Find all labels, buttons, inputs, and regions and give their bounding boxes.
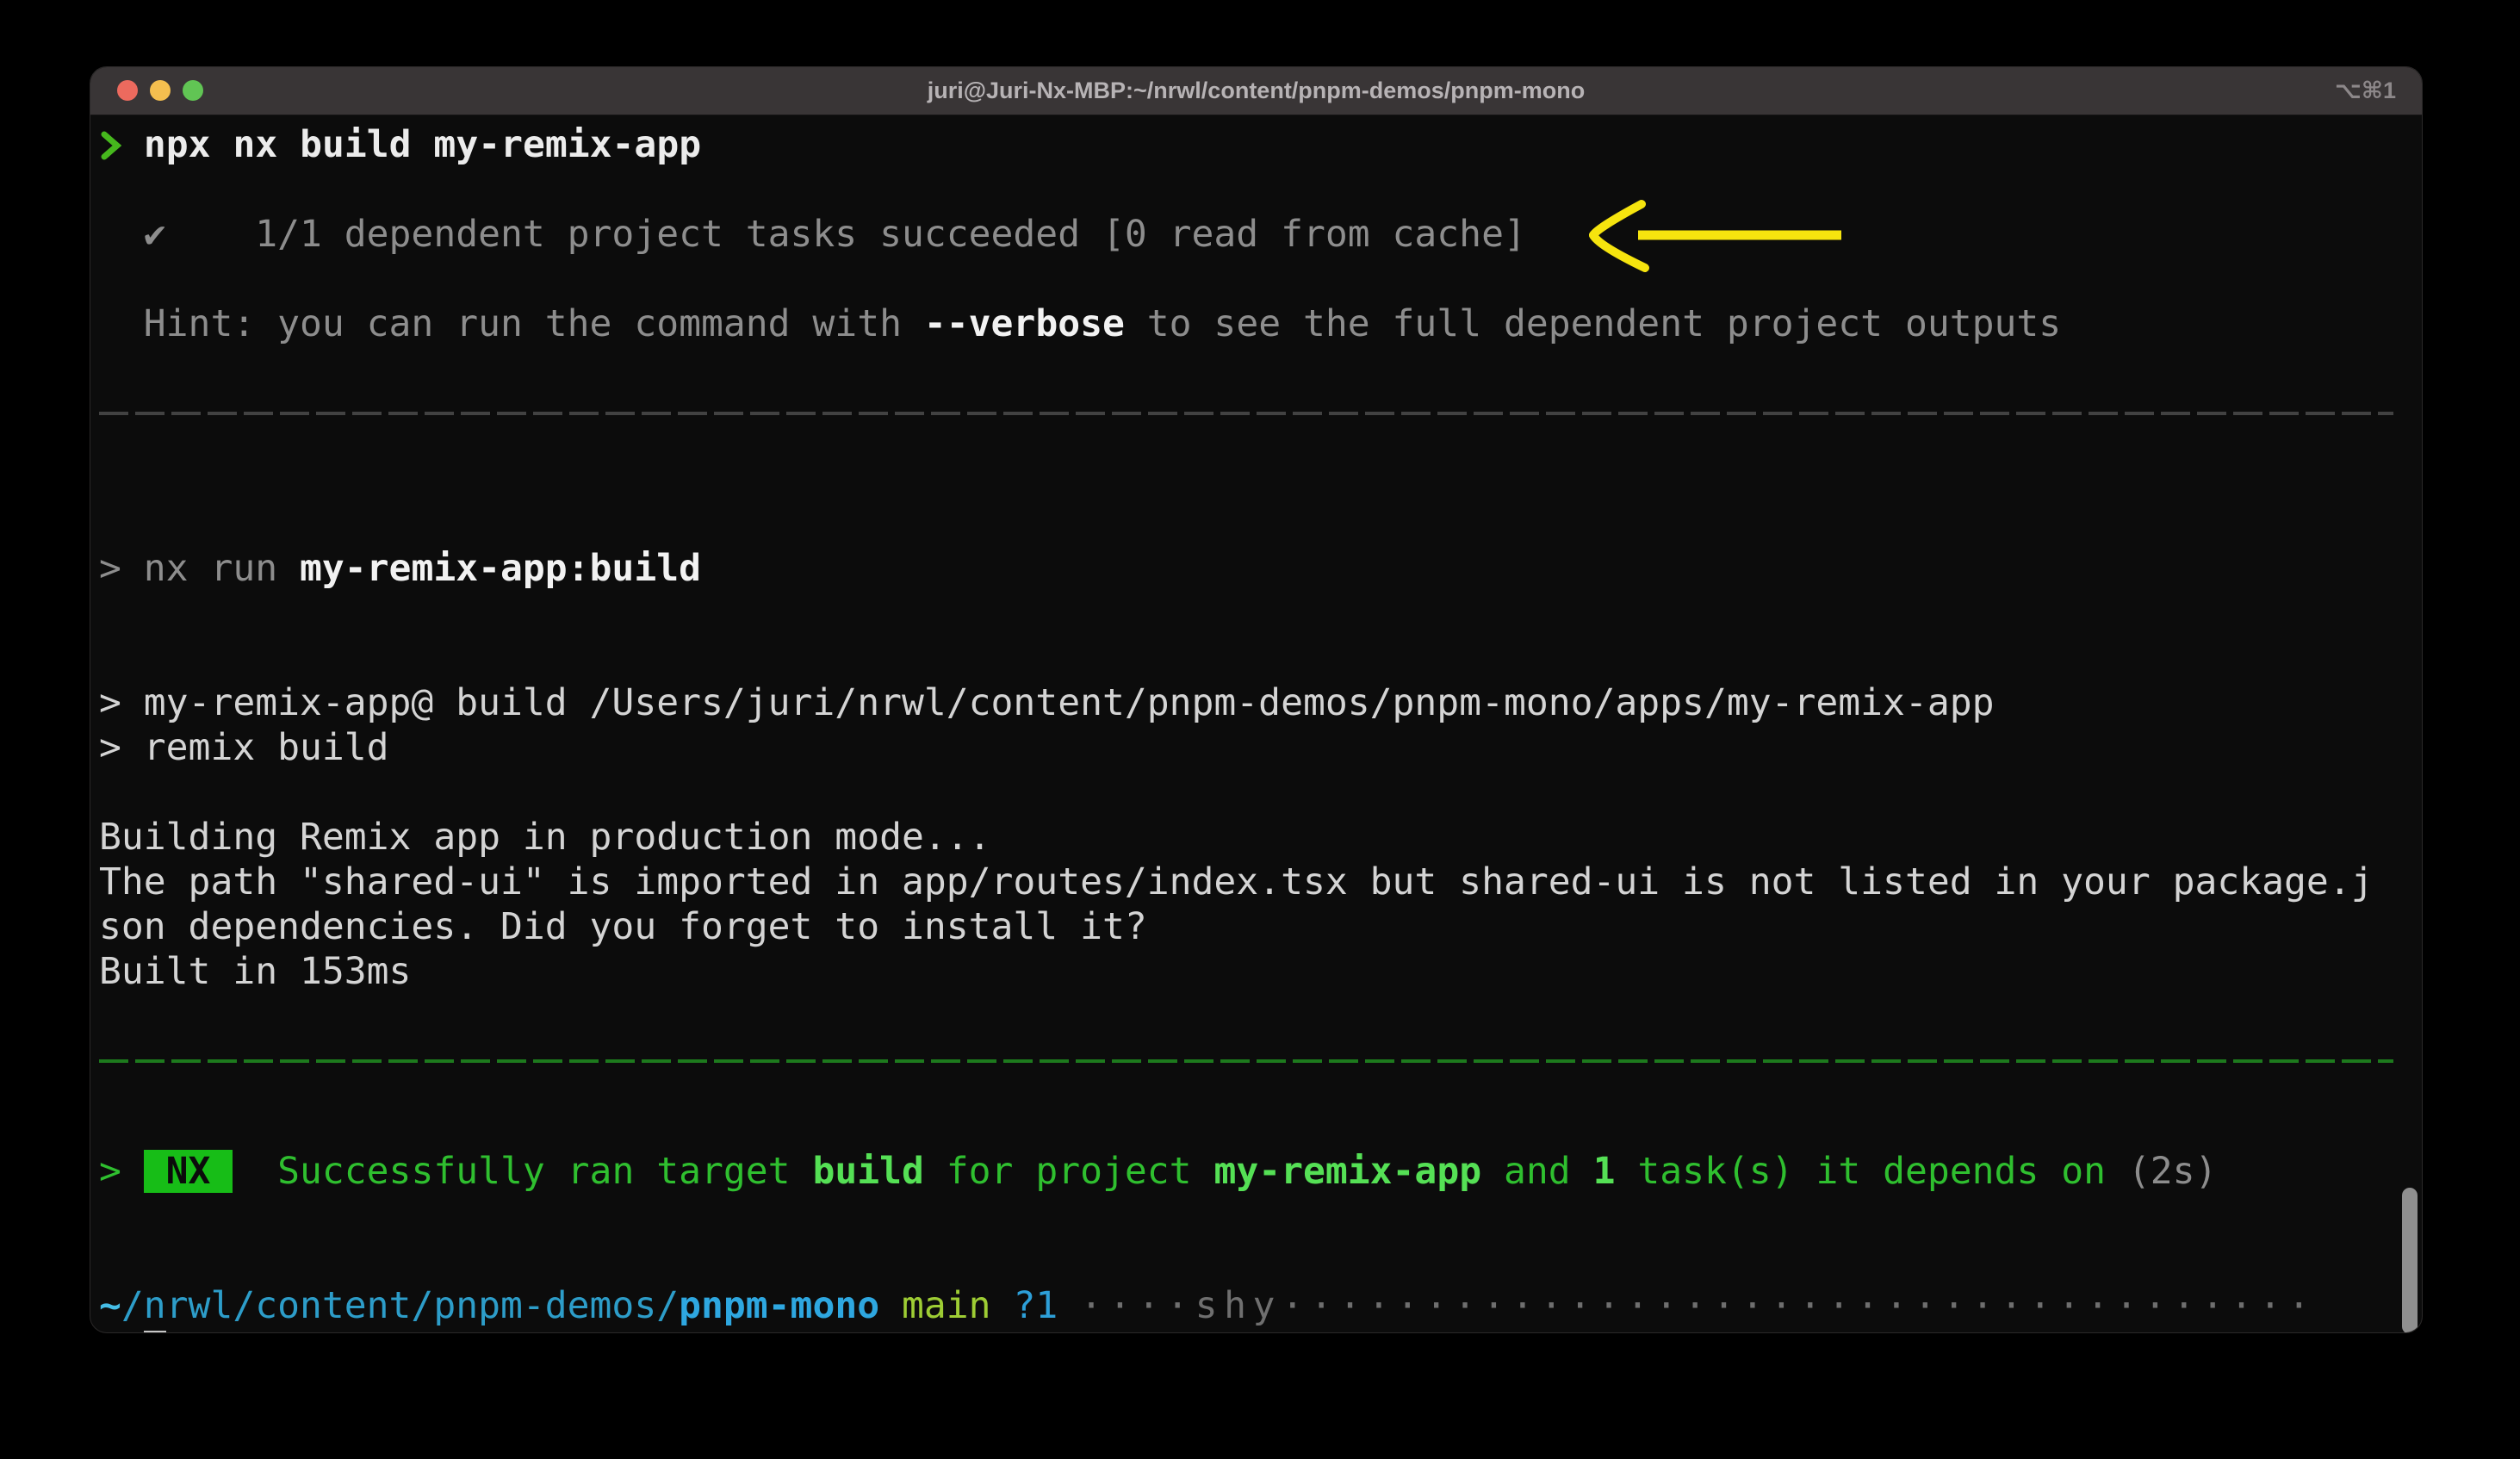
text-segment xyxy=(121,1329,144,1333)
success-duration: (2s) xyxy=(2128,1150,2218,1193)
text-segment xyxy=(1058,1284,1080,1327)
terminal-window: juri@Juri-Nx-MBP:~/nrwl/content/pnpm-dem… xyxy=(90,66,2423,1333)
tasks-succeeded-line: ✔ 1/1 dependent project tasks succeeded … xyxy=(99,212,2422,257)
prompt-chevron-icon xyxy=(99,130,121,161)
terminal-content[interactable]: npx nx build my-remix-app ✔ 1/1 dependen… xyxy=(90,115,2422,1333)
success-target: build xyxy=(812,1150,923,1193)
git-branch: main xyxy=(902,1284,991,1327)
separator-gray xyxy=(99,412,2393,415)
blank-line xyxy=(99,167,2422,212)
separator-green xyxy=(99,1059,2393,1063)
success-text-2: for project xyxy=(924,1150,1214,1193)
separator-gray xyxy=(99,412,2422,456)
building-text: Building Remix app in production mode... xyxy=(99,816,991,859)
nx-success-line: > NX Successfully ran target build for p… xyxy=(99,1149,2422,1194)
command-text: npx nx build my-remix-app xyxy=(121,123,701,166)
success-text-5: it depends on xyxy=(1816,1150,2127,1193)
window-titlebar[interactable]: juri@Juri-Nx-MBP:~/nrwl/content/pnpm-dem… xyxy=(90,67,2422,115)
building-line: Building Remix app in production mode... xyxy=(99,815,2422,860)
success-text-3: and xyxy=(1481,1150,1592,1193)
scrollbar-thumb[interactable] xyxy=(2402,1188,2418,1333)
separator-green xyxy=(99,1059,2422,1104)
text-segment xyxy=(991,1284,1014,1327)
prompt-dir: pnpm-mono xyxy=(679,1284,879,1327)
import-warning-text-2: son dependencies. Did you forget to inst… xyxy=(99,905,1147,948)
hint-line: Hint: you can run the command with --ver… xyxy=(99,301,2422,346)
prompt-filler: ····shy·································… xyxy=(1080,1284,2317,1327)
prompt-path-line: ~/nrwl/content/pnpm-demos/pnpm-mono main… xyxy=(99,1283,2422,1328)
text-segment xyxy=(879,1284,902,1327)
blank-line xyxy=(99,994,2422,1039)
remix-build-text: > remix build xyxy=(99,726,389,769)
package-build-line: > my-remix-app@ build /Users/juri/nrwl/c… xyxy=(99,680,2422,725)
nx-run-line: > nx run my-remix-app:build xyxy=(99,546,2422,591)
blank-line xyxy=(99,501,2422,546)
blank-line xyxy=(99,591,2422,636)
package-build-text: > my-remix-app@ build /Users/juri/nrwl/c… xyxy=(99,681,1995,724)
blank-line xyxy=(99,1194,2422,1239)
success-text-1: Successfully ran target xyxy=(233,1150,812,1193)
built-time-text: Built in 153ms xyxy=(99,950,411,993)
import-warning-line-1: The path "shared-ui" is imported in app/… xyxy=(99,860,2422,904)
nx-badge: NX xyxy=(144,1150,233,1193)
tab-shortcut-label: ⌥⌘1 xyxy=(2335,67,2396,115)
terminal-cursor xyxy=(144,1331,166,1333)
prompt-home: ~ xyxy=(99,1284,121,1327)
built-time-line: Built in 153ms xyxy=(99,949,2422,994)
git-status: ?1 xyxy=(1013,1284,1058,1327)
hint-text: Hint: you can run the command with xyxy=(99,302,924,345)
success-project: my-remix-app xyxy=(1213,1150,1481,1193)
blank-line xyxy=(99,257,2422,301)
import-warning-text-1: The path "shared-ui" is imported in app/… xyxy=(99,860,2374,903)
remix-build-line: > remix build xyxy=(99,725,2422,770)
hint-text-2: to see the full dependent project output… xyxy=(1125,302,2061,345)
blank-line xyxy=(99,1104,2422,1149)
success-task-count: 1 xyxy=(1593,1150,1616,1193)
tasks-succeeded-text: ✔ 1/1 dependent project tasks succeeded … xyxy=(99,213,1526,256)
command-line: npx nx build my-remix-app xyxy=(99,122,2422,167)
import-warning-line-2: son dependencies. Did you forget to inst… xyxy=(99,904,2422,949)
verbose-flag: --verbose xyxy=(924,302,1125,345)
blank-line xyxy=(99,1239,2422,1283)
blank-line xyxy=(99,456,2422,501)
blank-line xyxy=(99,346,2422,391)
prompt-path: /nrwl/content/pnpm-demos/ xyxy=(121,1284,679,1327)
nx-run-prefix: > nx run xyxy=(99,547,300,590)
yellow-arrow-annotation xyxy=(1585,199,1852,281)
blank-line xyxy=(99,636,2422,680)
blank-line xyxy=(99,770,2422,815)
window-title: juri@Juri-Nx-MBP:~/nrwl/content/pnpm-dem… xyxy=(90,67,2422,115)
prompt-input-line xyxy=(99,1328,2422,1333)
success-text-4: task(s) xyxy=(1615,1150,1816,1193)
nx-run-target: my-remix-app:build xyxy=(300,547,701,590)
success-prefix: > xyxy=(99,1150,144,1193)
